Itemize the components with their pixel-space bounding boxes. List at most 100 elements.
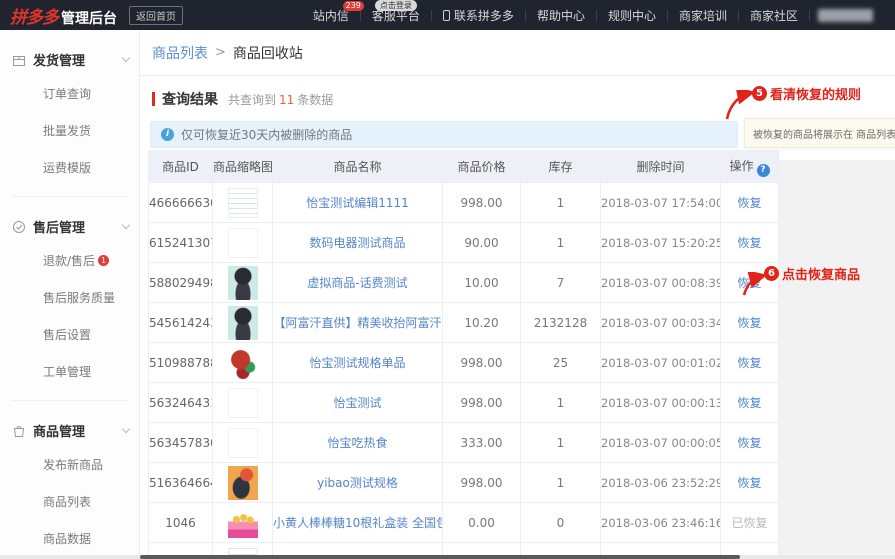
product-name-link[interactable]: 怡宝吃热食 xyxy=(327,436,387,450)
product-thumbnail[interactable] xyxy=(227,305,258,340)
product-id: 563457830 xyxy=(148,422,213,463)
restore-link[interactable]: 恢复 xyxy=(737,196,761,210)
action-cell: 恢复 xyxy=(720,182,779,223)
annotation-step5: 5 看清恢复的规则 xyxy=(752,84,861,103)
sidebar-item[interactable]: 订单查询 xyxy=(0,75,139,112)
app-logo[interactable]: 拼多多 管理后台 xyxy=(10,3,117,28)
product-name-cell: 虚拟商品-话费测试 xyxy=(272,262,443,303)
sidebar-item-label: 订单查询 xyxy=(43,87,92,101)
sidebar-section-title-goods[interactable]: 商品管理 xyxy=(0,415,139,446)
sidebar-item[interactable]: 运费模版 xyxy=(0,149,139,186)
home-button[interactable]: 返回首页 xyxy=(129,5,183,25)
page-background xyxy=(778,160,895,559)
sidebar-item-label: 售后服务质量 xyxy=(43,291,116,305)
product-stock: 1 xyxy=(520,462,601,503)
product-thumbnail[interactable] xyxy=(227,227,258,258)
sidebar-item-label: 退款/售后 xyxy=(43,254,96,268)
product-thumbnail[interactable] xyxy=(227,387,258,418)
product-thumbnail-cell xyxy=(212,182,273,223)
product-thumbnail[interactable] xyxy=(227,507,258,538)
product-thumbnail[interactable] xyxy=(227,427,258,458)
product-id: 563246431 xyxy=(148,382,213,423)
count-suffix: 条数据 xyxy=(297,92,334,107)
product-id: 615241307 xyxy=(148,222,213,263)
sidebar-item[interactable]: 售后服务质量 xyxy=(0,279,139,316)
chevron-down-icon xyxy=(121,424,131,434)
product-stock: 0 xyxy=(520,502,601,543)
product-name-link[interactable]: 虚拟商品-话费测试 xyxy=(307,276,407,290)
restore-link[interactable]: 恢复 xyxy=(737,436,761,450)
nav-item-merchant-community[interactable]: 商家社区 xyxy=(739,0,809,30)
restore-link[interactable]: 恢复 xyxy=(737,356,761,370)
sidebar-item[interactable]: 批量发货 xyxy=(0,112,139,149)
product-thumbnail[interactable] xyxy=(227,187,258,218)
product-stock: 2132128 xyxy=(520,302,601,343)
sidebar-item-label: 工单管理 xyxy=(43,365,92,379)
deleted-time: 2018-03-07 00:01:02 xyxy=(600,342,721,383)
nav-item-service-platform[interactable]: 点击登录 客服平台 xyxy=(361,0,431,30)
sidebar-section-aftersale: 售后管理 退款/售后 1 售后服务质量售后设置工单管理 xyxy=(0,197,139,401)
page-title: 商品回收站 xyxy=(232,45,303,62)
product-stock: 7 xyxy=(520,262,601,303)
login-tooltip: 点击登录 xyxy=(374,0,417,11)
header-product-name: 商品名称 xyxy=(272,150,443,183)
sidebar-item[interactable]: 发布新商品 xyxy=(0,446,139,483)
restore-link[interactable]: 恢复 xyxy=(737,476,761,490)
sidebar-section-title-aftersale[interactable]: 售后管理 xyxy=(0,211,139,242)
breadcrumb-separator: > xyxy=(215,45,226,60)
sidebar-item[interactable]: 商品数据 xyxy=(0,520,139,557)
action-cell: 恢复 xyxy=(720,462,779,503)
nav-item-rules-center[interactable]: 规则中心 xyxy=(597,0,667,30)
product-thumbnail-cell xyxy=(212,502,273,543)
horizontal-scrollbar-thumb[interactable] xyxy=(140,555,740,559)
product-thumbnail[interactable] xyxy=(227,345,258,380)
tooltip-text: 被恢复的商品将展示在 商品列表>下架中 xyxy=(753,129,895,141)
username-blurred[interactable] xyxy=(818,8,873,22)
sidebar-item[interactable]: 工单管理 xyxy=(0,353,139,390)
product-name-link[interactable]: 小黄人棒棒糖10根礼盒装 全国包邮 xyxy=(274,516,442,530)
product-name-link[interactable]: 数码电器测试商品 xyxy=(309,236,405,250)
breadcrumb-parent-link[interactable]: 商品列表 xyxy=(152,43,208,63)
product-thumbnail[interactable] xyxy=(227,265,258,300)
sidebar-item[interactable]: 商品列表 xyxy=(0,483,139,520)
product-thumbnail[interactable] xyxy=(227,465,258,500)
table-row: 588029498 虚拟商品-话费测试 10.00 7 2018-03-07 00:08… xyxy=(148,262,779,303)
table-row: 516364664 yibao测试规格 998.00 1 2018-03-06 23:5… xyxy=(148,462,779,503)
count-value: 11 xyxy=(279,92,295,107)
breadcrumb: 商品列表 > 商品回收站 xyxy=(140,30,895,76)
restore-link[interactable]: 恢复 xyxy=(737,236,761,250)
product-price: 998.00 xyxy=(442,182,521,223)
restore-link[interactable]: 恢复 xyxy=(737,316,761,330)
table-header-row: 商品ID 商品缩略图 商品名称 商品价格 库存 删除时间 操作? xyxy=(148,150,779,183)
step5-text: 看清恢复的规则 xyxy=(770,88,862,103)
sidebar-section-title-shipping[interactable]: 发货管理 xyxy=(0,44,139,75)
help-question-icon[interactable]: ? xyxy=(756,163,770,177)
sidebar-item-label: 商品数据 xyxy=(43,532,92,546)
nav-item-merchant-training[interactable]: 商家培训 xyxy=(668,0,738,30)
count-prefix: 共查询到 xyxy=(228,92,277,107)
table-row: 510988788 怡宝测试规格单品 998.00 25 2018-03-07 00:0… xyxy=(148,342,779,383)
product-name-link[interactable]: 怡宝测试 xyxy=(333,396,381,410)
nav-item-help-center[interactable]: 帮助中心 xyxy=(526,0,596,30)
product-price: 0.00 xyxy=(442,502,521,543)
sidebar-items-goods: 发布新商品商品列表商品数据评价管理店铺推荐位设置 xyxy=(0,446,139,559)
product-name-cell: 【阿富汗直供】精美收抬阿富汗 xyxy=(272,302,443,343)
nav-item-inbox[interactable]: 站内信 239 xyxy=(302,0,364,30)
product-name-cell: 数码电器测试商品 xyxy=(272,222,443,263)
action-cell: 恢复 xyxy=(720,342,779,383)
product-name-cell: yibao测试规格 xyxy=(272,462,443,503)
package-icon xyxy=(13,55,25,66)
info-icon: i xyxy=(161,128,174,141)
product-name-link[interactable]: yibao测试规格 xyxy=(317,476,398,490)
sidebar-item-label: 运费模版 xyxy=(43,161,92,175)
product-name-link[interactable]: 怡宝测试编辑1111 xyxy=(306,196,409,210)
nav-item-contact[interactable]: 联系拼多多 xyxy=(432,0,525,30)
deleted-time: 2018-03-07 15:20:25 xyxy=(600,222,721,263)
sidebar-item[interactable]: 退款/售后 1 xyxy=(0,242,139,279)
sidebar-item[interactable]: 售后设置 xyxy=(0,316,139,353)
product-name-link[interactable]: 怡宝测试规格单品 xyxy=(309,356,405,370)
restore-link[interactable]: 恢复 xyxy=(737,396,761,410)
deleted-time: 2018-03-07 00:03:34 xyxy=(600,302,721,343)
deleted-time: 2018-03-06 23:46:16 xyxy=(600,502,721,543)
product-name-link[interactable]: 【阿富汗直供】精美收抬阿富汗 xyxy=(274,316,442,330)
